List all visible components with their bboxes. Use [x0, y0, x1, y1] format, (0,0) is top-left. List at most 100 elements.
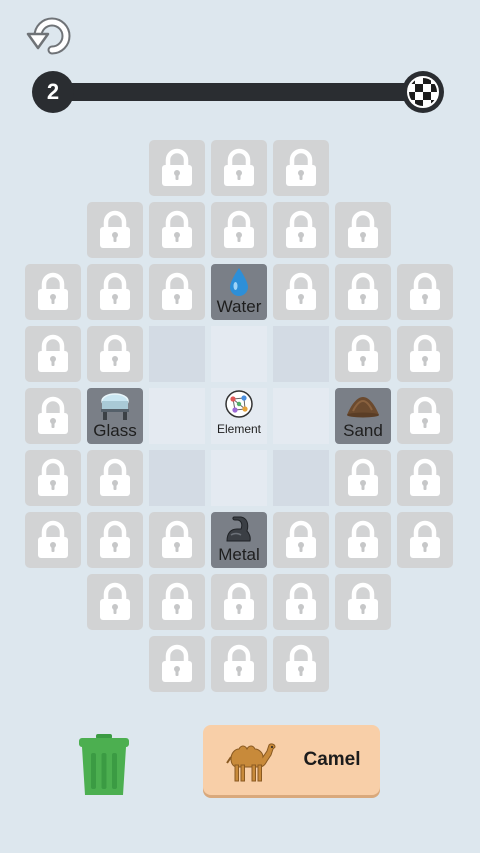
- lock-icon: [286, 210, 316, 248]
- lock-icon: [100, 210, 130, 248]
- lock-icon: [286, 148, 316, 186]
- locked-tile[interactable]: [335, 450, 391, 506]
- center-element-label: Element: [216, 422, 262, 436]
- element-label: Water: [216, 297, 262, 316]
- locked-tile[interactable]: [87, 512, 143, 568]
- locked-tile[interactable]: [87, 450, 143, 506]
- locked-tile[interactable]: [149, 512, 205, 568]
- locked-tile[interactable]: [397, 388, 453, 444]
- lock-icon: [38, 272, 68, 310]
- empty-cell[interactable]: [149, 450, 205, 506]
- trash-button[interactable]: [78, 733, 130, 797]
- locked-tile[interactable]: [335, 574, 391, 630]
- lock-icon: [100, 582, 130, 620]
- locked-tile[interactable]: [211, 636, 267, 692]
- locked-tile[interactable]: [87, 326, 143, 382]
- locked-tile[interactable]: [397, 264, 453, 320]
- camel-icon: [226, 743, 276, 782]
- locked-tile[interactable]: [25, 450, 81, 506]
- locked-tile[interactable]: [273, 574, 329, 630]
- locked-tile[interactable]: [25, 326, 81, 382]
- locked-tile[interactable]: [87, 264, 143, 320]
- result-label: Camel: [303, 749, 361, 770]
- lock-icon: [286, 644, 316, 682]
- lock-icon: [100, 334, 130, 372]
- empty-cell[interactable]: [149, 388, 205, 444]
- result-card-camel[interactable]: Camel: [203, 725, 380, 795]
- lock-icon: [410, 396, 440, 434]
- lock-icon: [100, 458, 130, 496]
- locked-tile[interactable]: [149, 202, 205, 258]
- glass-furnace-icon: [101, 393, 129, 420]
- lock-icon: [348, 582, 378, 620]
- locked-tile[interactable]: [211, 140, 267, 196]
- locked-tile[interactable]: [211, 574, 267, 630]
- lock-icon: [224, 210, 254, 248]
- locked-tile[interactable]: [149, 636, 205, 692]
- lock-icon: [410, 520, 440, 558]
- locked-tile[interactable]: [25, 264, 81, 320]
- element-tile-sand[interactable]: Sand: [335, 388, 391, 444]
- lock-icon: [162, 148, 192, 186]
- sand-pile-icon: [347, 397, 379, 418]
- lock-icon: [38, 334, 68, 372]
- element-tile-water[interactable]: Water: [211, 264, 267, 320]
- lock-icon: [38, 520, 68, 558]
- locked-tile[interactable]: [397, 450, 453, 506]
- lock-icon: [162, 582, 192, 620]
- locked-tile[interactable]: [87, 574, 143, 630]
- empty-cell[interactable]: [211, 450, 267, 506]
- lock-icon: [38, 458, 68, 496]
- locked-tile[interactable]: [25, 388, 81, 444]
- element-tile-metal[interactable]: Metal: [211, 512, 267, 568]
- empty-cell[interactable]: [149, 326, 205, 382]
- lock-icon: [38, 396, 68, 434]
- lock-icon: [162, 210, 192, 248]
- center-element-cell[interactable]: Element: [211, 388, 267, 444]
- locked-tile[interactable]: [25, 512, 81, 568]
- locked-tile[interactable]: [149, 140, 205, 196]
- locked-tile[interactable]: [335, 202, 391, 258]
- lock-icon: [410, 334, 440, 372]
- lock-icon: [348, 210, 378, 248]
- lock-icon: [224, 644, 254, 682]
- lock-icon: [348, 520, 378, 558]
- element-tile-glass[interactable]: Glass: [87, 388, 143, 444]
- locked-tile[interactable]: [335, 326, 391, 382]
- locked-tile[interactable]: [335, 264, 391, 320]
- water-drop-icon: [230, 268, 248, 296]
- empty-cell[interactable]: [273, 326, 329, 382]
- locked-tile[interactable]: [335, 512, 391, 568]
- element-label: Metal: [218, 545, 260, 564]
- lock-icon: [410, 458, 440, 496]
- lock-icon: [286, 582, 316, 620]
- trash-can-icon: [79, 734, 129, 795]
- lock-icon: [348, 334, 378, 372]
- locked-tile[interactable]: [273, 140, 329, 196]
- flexed-arm-icon: [226, 516, 251, 542]
- locked-tile[interactable]: [273, 636, 329, 692]
- empty-cell[interactable]: [273, 388, 329, 444]
- lock-icon: [162, 644, 192, 682]
- locked-tile[interactable]: [273, 512, 329, 568]
- lock-icon: [100, 272, 130, 310]
- locked-tile[interactable]: [273, 264, 329, 320]
- empty-cell[interactable]: [273, 450, 329, 506]
- locked-tile[interactable]: [149, 574, 205, 630]
- element-molecule-icon: [225, 390, 253, 418]
- lock-icon: [224, 148, 254, 186]
- lock-icon: [348, 272, 378, 310]
- empty-cell[interactable]: [211, 326, 267, 382]
- lock-icon: [410, 272, 440, 310]
- locked-tile[interactable]: [397, 512, 453, 568]
- lock-icon: [162, 520, 192, 558]
- locked-tile[interactable]: [211, 202, 267, 258]
- locked-tile[interactable]: [149, 264, 205, 320]
- locked-tile[interactable]: [273, 202, 329, 258]
- element-label: Sand: [343, 421, 383, 440]
- locked-tile[interactable]: [87, 202, 143, 258]
- lock-icon: [348, 458, 378, 496]
- element-label: Glass: [93, 421, 137, 440]
- lock-icon: [286, 520, 316, 558]
- locked-tile[interactable]: [397, 326, 453, 382]
